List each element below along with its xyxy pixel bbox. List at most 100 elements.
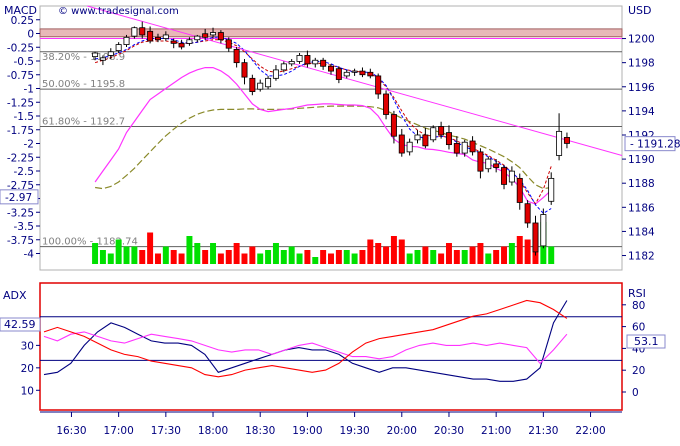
chart-window: 38.20% - 1198.9 50.00% - 1195.8 61.80% - 1… [0,0,680,442]
candle-body [406,141,413,153]
candle-body [123,36,130,45]
time-tick-label: 20:30 [434,425,464,437]
adx-tick-label: 10 [21,385,34,397]
candle-body [335,68,342,80]
volume-bar [422,246,429,264]
macd-tick-label: -3.5 [14,221,35,233]
time-tick-label: 17:30 [151,425,181,437]
volume-bar [485,253,492,264]
volume-bar [398,239,405,264]
watermark: © www.tradesignal.com [58,6,179,17]
candle-body [524,203,531,224]
price-tick-label: 1198 [628,58,655,70]
volume-bar [406,253,413,264]
fib-label-3: 100.00% - 1182.74 [42,237,138,248]
candle-body [272,69,279,79]
macd-tick-label: -1.5 [14,111,35,123]
candle-body [99,57,106,61]
volume-bar [390,236,397,264]
price-tick-label: 1196 [628,82,655,94]
time-tick-label: 21:00 [481,425,511,437]
candle-body [438,126,445,136]
candle-body [320,59,327,67]
macd-current-label: -2.97 [5,192,32,204]
macd-tick-label: -2 [24,139,34,151]
volume-bar [225,250,232,264]
price-tick-label: 1194 [628,106,655,118]
candle-body [453,143,460,154]
volume-bar [92,243,99,264]
adx-current-value: 42.59 [4,318,36,331]
macd-tick-label: -1.75 [7,125,34,137]
candle-body [162,34,169,39]
candle-body [398,134,405,154]
candle-body [375,75,382,95]
candle-body [154,36,161,41]
candle-body [178,42,185,48]
rsi-tick-label: 20 [632,365,645,377]
volume-bar [524,239,531,264]
volume-bar [107,253,114,264]
volume-bar [233,243,240,264]
candle-body [508,170,515,183]
macd-axis-title: MACD [4,4,37,17]
last-price-label: - 1191.28 [630,139,680,151]
candle-body [257,82,264,90]
macd-tick-label: -1.25 [7,97,34,109]
price-tick-label: 1186 [628,202,655,214]
candle-body [115,44,122,52]
volume-bar [477,243,484,264]
candle-body [477,151,484,172]
volume-bar [469,246,476,264]
volume-bar [162,246,169,264]
candle-body [351,70,358,73]
time-tick-label: 19:30 [339,425,369,437]
candle-body [194,35,201,41]
volume-bar [320,250,327,264]
candle-body [485,158,492,170]
chart-canvas: 38.20% - 1198.950.00% - 1195.861.80% - 1… [0,0,680,442]
macd-tick-label: -0.75 [7,70,34,82]
adx-axis-title: ADX [3,289,27,302]
macd-tick-label: -2.5 [14,166,35,178]
volume-bar [438,253,445,264]
candle-body [131,27,138,37]
candle-body [461,141,468,154]
time-tick-label: 22:00 [575,425,605,437]
candle-body [359,70,366,76]
candle-body [92,52,99,58]
candle-body [139,27,146,36]
candle-body [430,127,437,141]
candle-body [288,61,295,65]
volume-bar [123,246,130,264]
candle-body [343,71,350,77]
time-tick-label: 20:00 [387,425,417,437]
macd-tick-label: -0.25 [7,42,34,54]
volume-bar [430,250,437,264]
volume-bar [296,253,303,264]
candle-body [422,134,429,147]
volume-bar [257,253,264,264]
candle-body [107,51,114,56]
adx-tick-label: 30 [21,340,34,352]
volume-bar [249,246,256,264]
macd-tick-label: -3.25 [7,207,34,219]
candle-body [383,93,390,115]
candle-body [304,55,311,65]
usd-axis-title: USD [628,4,652,17]
volume-bar [508,243,515,264]
volume-bar [445,243,452,264]
volume-bar [516,236,523,264]
volume-bar [210,243,217,264]
indicator-panel [39,282,623,411]
price-panel: 38.20% - 1198.950.00% - 1195.861.80% - 1… [39,5,623,271]
rsi-tick-label: 60 [632,322,645,334]
candle-body [249,77,256,92]
macd-tick-label: -3.75 [7,235,34,247]
volume-bar [359,250,366,264]
candle-body [540,214,547,247]
volume-bar [186,236,193,264]
volume-bar [147,232,154,264]
macd-tick-label: -2.25 [7,152,34,164]
time-tick-label: 18:00 [198,425,228,437]
